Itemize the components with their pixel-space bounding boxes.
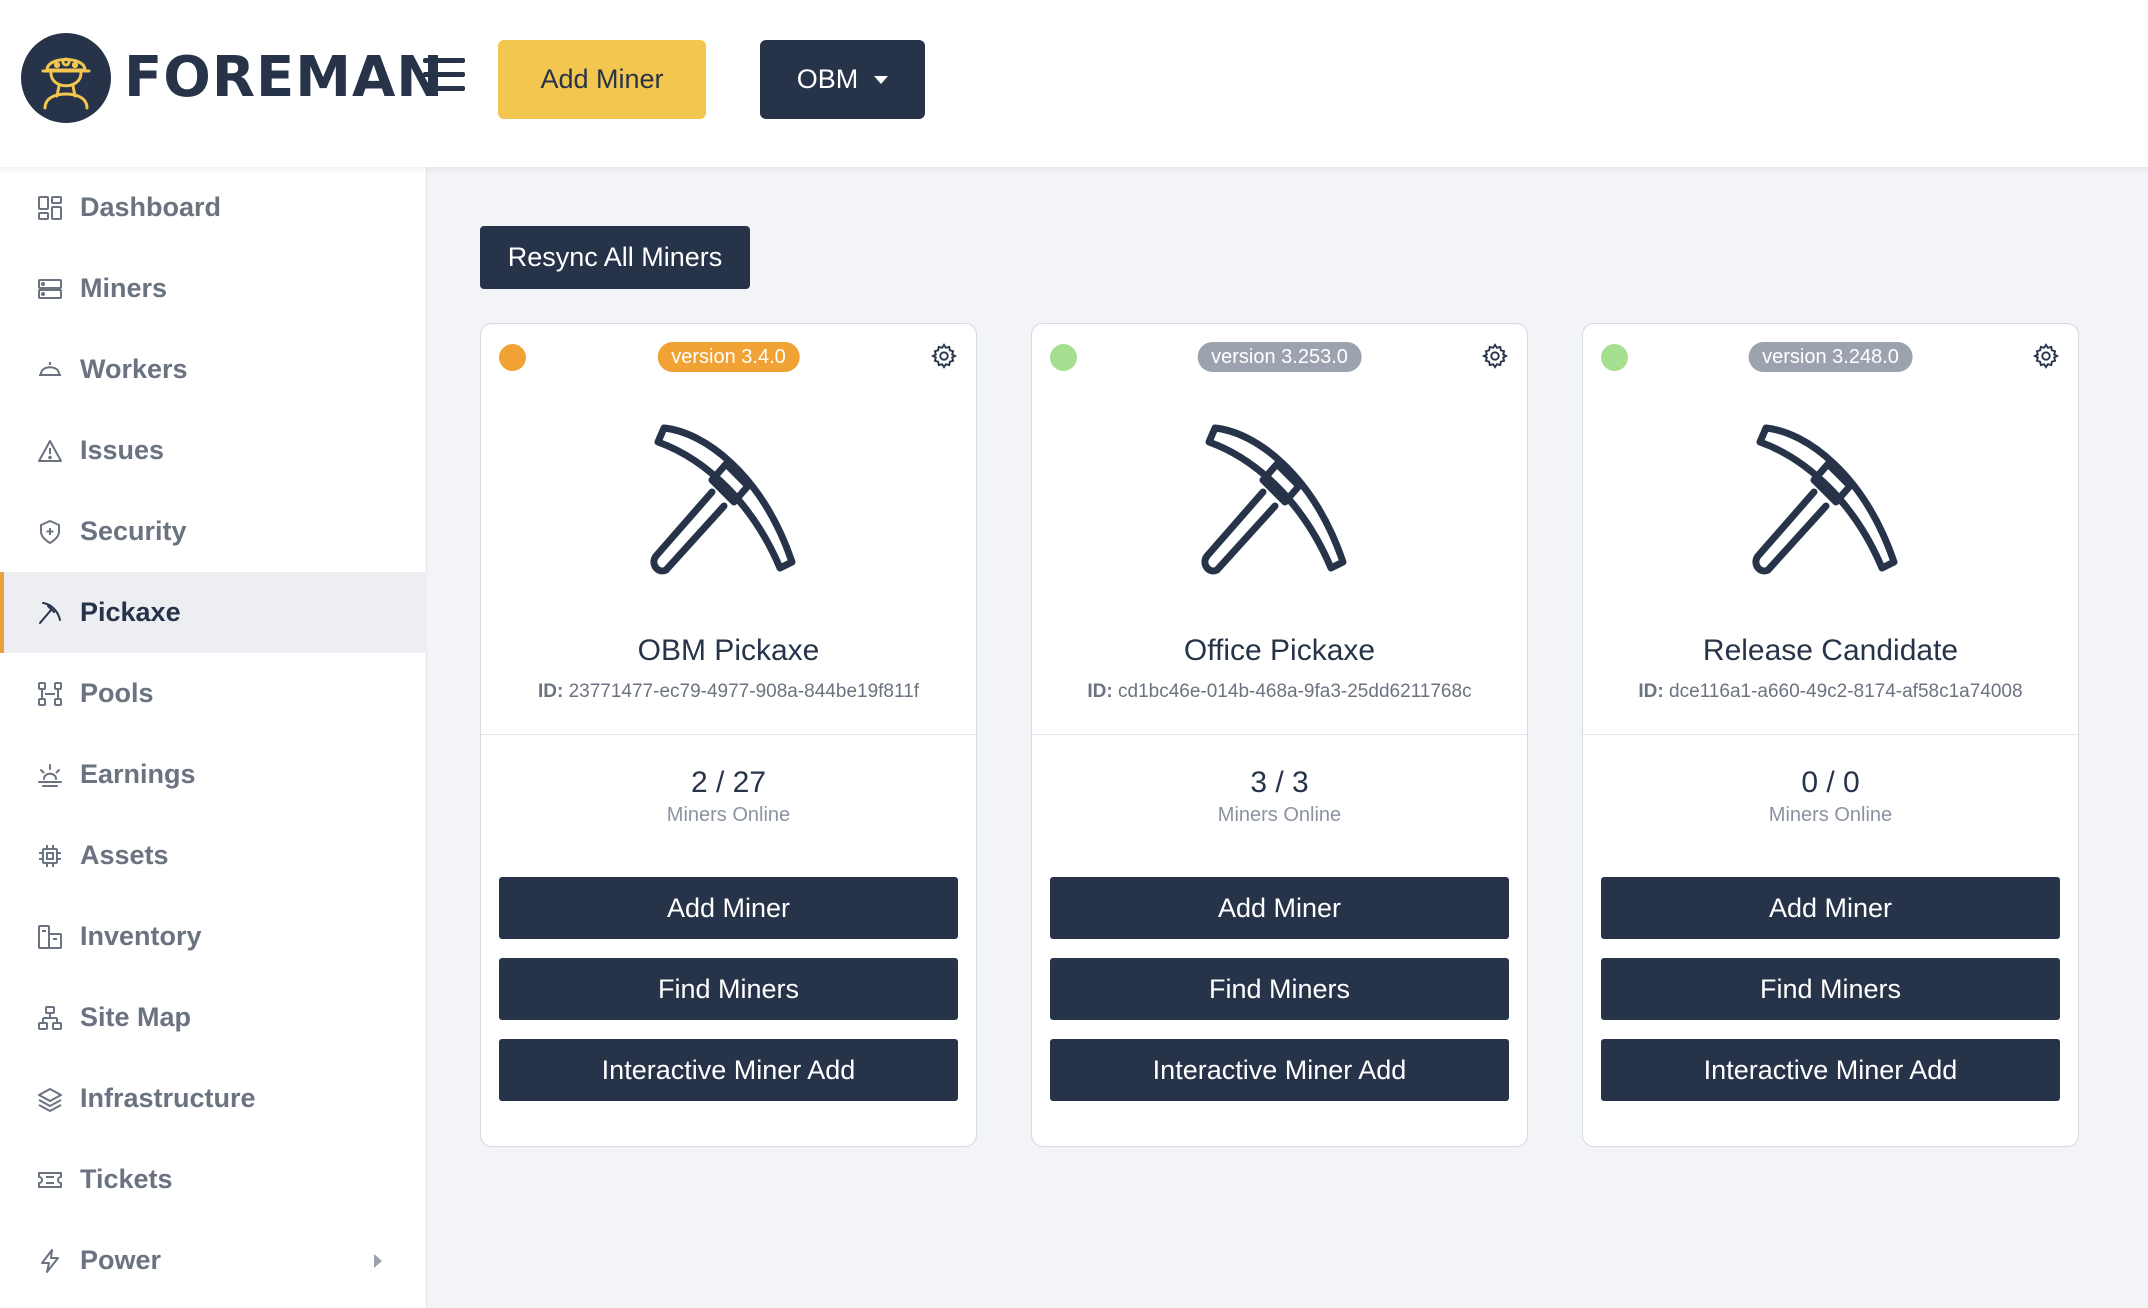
gear-icon[interactable] xyxy=(2032,342,2060,370)
version-badge: version 3.4.0 xyxy=(657,342,800,372)
card-title: Office Pickaxe xyxy=(1183,634,1376,667)
chevron-right-icon xyxy=(374,1253,382,1268)
interactive-miner-add-button[interactable]: Interactive Miner Add xyxy=(1601,1039,2060,1101)
hamburger-icon[interactable] xyxy=(423,58,465,92)
interactive-miner-add-button[interactable]: Interactive Miner Add xyxy=(499,1039,958,1101)
pools-icon xyxy=(36,680,64,708)
miners-online-label: Miners Online xyxy=(1217,804,1342,826)
gear-icon[interactable] xyxy=(930,342,958,370)
logo[interactable] xyxy=(21,33,111,123)
sidebar-item-label: Assets xyxy=(80,840,169,870)
find-miners-button[interactable]: Find Miners xyxy=(1601,958,2060,1020)
miner-helmet-icon xyxy=(41,57,91,110)
card-title: OBM Pickaxe xyxy=(637,634,820,667)
miners-online-label: Miners Online xyxy=(1768,804,1893,826)
organization-dropdown[interactable]: OBM xyxy=(760,40,925,119)
pickaxe-icon xyxy=(36,599,64,627)
gear-icon[interactable] xyxy=(1481,342,1509,370)
card-divider xyxy=(481,734,976,735)
version-badge: version 3.248.0 xyxy=(1748,342,1913,372)
sidebar-item-label: Power xyxy=(80,1245,162,1275)
find-miners-button[interactable]: Find Miners xyxy=(499,958,958,1020)
sidebar-item-inventory[interactable]: Inventory xyxy=(0,896,427,977)
id-value: cd1bc46e-014b-468a-9fa3-25dd6211768c xyxy=(1118,681,1472,702)
pickaxe-card: version 3.253.0 Office Pickaxe ID: cd1bc… xyxy=(1031,323,1528,1147)
status-dot xyxy=(1601,344,1628,371)
pickaxe-icon xyxy=(1751,424,1897,575)
id-label: ID: xyxy=(1638,681,1664,702)
brand-name: FOREMAN xyxy=(124,45,445,110)
layers-icon xyxy=(36,1085,64,1113)
pickaxe-card: version 3.4.0 OBM Pickaxe ID: 23771477-e… xyxy=(480,323,977,1147)
sidebar-item-label: Workers xyxy=(80,354,188,384)
sidebar-item-label: Inventory xyxy=(80,921,202,951)
miners-online-label: Miners Online xyxy=(666,804,791,826)
sidebar-item-label: Miners xyxy=(80,273,168,303)
id-label: ID: xyxy=(1087,681,1113,702)
sidebar-item-pools[interactable]: Pools xyxy=(0,653,427,734)
card-title: Release Candidate xyxy=(1702,634,1959,667)
sidebar-item-label: Pickaxe xyxy=(80,597,181,627)
ticket-icon xyxy=(36,1166,64,1194)
sidebar-item-label: Tickets xyxy=(80,1164,173,1194)
sidebar-item-label: Pools xyxy=(80,678,154,708)
id-label: ID: xyxy=(537,681,564,702)
find-miners-button[interactable]: Find Miners xyxy=(1050,958,1509,1020)
shield-icon xyxy=(36,518,64,546)
sidebar-item-label: Site Map xyxy=(80,1002,192,1032)
organization-label: OBM xyxy=(796,64,859,94)
miners-online-count: 3 / 3 xyxy=(1250,766,1309,799)
sidebar-item-tickets[interactable]: Tickets xyxy=(0,1139,427,1220)
pickaxe-icon xyxy=(649,424,795,575)
boxes-icon xyxy=(36,923,64,951)
miners-online-count: 2 / 27 xyxy=(690,766,767,799)
sitemap-icon xyxy=(36,1004,64,1032)
server-icon xyxy=(36,275,64,303)
sidebar-item-site-map[interactable]: Site Map xyxy=(0,977,427,1058)
sidebar-item-assets[interactable]: Assets xyxy=(0,815,427,896)
sidebar-item-security[interactable]: Security xyxy=(0,491,427,572)
resync-all-miners-button[interactable]: Resync All Miners xyxy=(480,226,750,289)
sidebar-item-label: Issues xyxy=(80,435,165,465)
sidebar-item-issues[interactable]: Issues xyxy=(0,410,427,491)
chip-icon xyxy=(36,842,64,870)
card-id: ID: cd1bc46e-014b-468a-9fa3-25dd6211768c xyxy=(1032,681,1527,703)
id-value: 23771477-ec79-4977-908a-844be19f811f xyxy=(568,681,919,702)
sidebar-item-label: Dashboard xyxy=(80,192,222,222)
sidebar-item-label: Infrastructure xyxy=(80,1083,256,1113)
sidebar-item-workers[interactable]: Workers xyxy=(0,329,427,410)
warning-icon xyxy=(36,437,64,465)
card-id: ID: 23771477-ec79-4977-908a-844be19f811f xyxy=(481,681,976,703)
sidebar-item-power[interactable]: Power xyxy=(0,1220,427,1301)
status-dot xyxy=(1050,344,1077,371)
sidebar-item-label: Security xyxy=(80,516,187,546)
sidebar-item-earnings[interactable]: Earnings xyxy=(0,734,427,815)
add-miner-button[interactable]: Add Miner xyxy=(1601,877,2060,939)
bolt-icon xyxy=(36,1247,64,1275)
id-value: dce116a1-a660-49c2-8174-af58c1a74008 xyxy=(1669,681,2023,702)
add-miner-button[interactable]: Add Miner xyxy=(1050,877,1509,939)
card-divider xyxy=(1032,734,1527,735)
sidebar-item-dashboard[interactable]: Dashboard xyxy=(0,167,427,248)
add-miner-button[interactable]: Add Miner xyxy=(499,877,958,939)
top-header: FOREMAN Add Miner OBM xyxy=(0,0,2148,167)
status-dot xyxy=(499,344,526,371)
sidebar: Dashboard Miners Workers Issues Security… xyxy=(0,167,427,1308)
card-divider xyxy=(1583,734,2078,735)
version-badge: version 3.253.0 xyxy=(1197,342,1362,372)
interactive-miner-add-button[interactable]: Interactive Miner Add xyxy=(1050,1039,1509,1101)
sidebar-item-miners[interactable]: Miners xyxy=(0,248,427,329)
hardhat-icon xyxy=(36,356,64,384)
card-id: ID: dce116a1-a660-49c2-8174-af58c1a74008 xyxy=(1583,681,2078,703)
sidebar-item-pickaxe[interactable]: Pickaxe xyxy=(0,572,427,653)
pickaxe-icon xyxy=(1200,424,1346,575)
header-add-miner-button[interactable]: Add Miner xyxy=(498,40,706,119)
sunrise-icon xyxy=(36,761,64,789)
sidebar-item-infrastructure[interactable]: Infrastructure xyxy=(0,1058,427,1139)
pickaxe-card: version 3.248.0 Release Candidate ID: dc… xyxy=(1582,323,2079,1147)
caret-down-icon xyxy=(874,75,889,84)
sidebar-item-label: Earnings xyxy=(80,759,196,789)
dashboard-icon xyxy=(36,194,64,222)
miners-online-count: 0 / 0 xyxy=(1801,766,1860,799)
